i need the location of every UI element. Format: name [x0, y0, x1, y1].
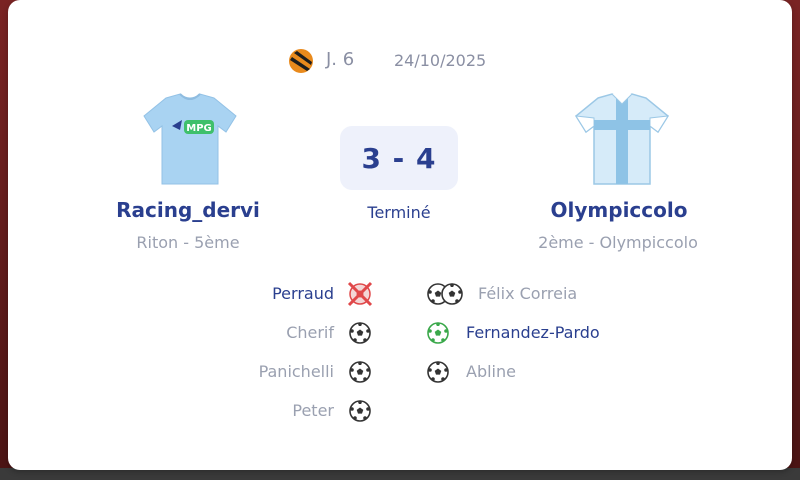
match-date: 24/10/2025: [394, 51, 487, 70]
score: 3 - 4: [361, 141, 437, 175]
away-team-subtitle: 2ème - Olympiccolo: [538, 233, 698, 252]
away-scorer-name: Abline: [466, 362, 516, 381]
round-label: J. 6: [326, 49, 355, 70]
league-logo-icon: [289, 49, 313, 73]
home-scorer-name: Panichelli: [258, 362, 334, 381]
soccer-ball-icon: [349, 322, 371, 344]
home-scorer-name: Peter: [292, 401, 334, 420]
match-card[interactable]: J. 6 24/10/2025 MPG 3 - 4 Terminé Racing…: [8, 0, 792, 470]
own-goal-cancelled-icon: [347, 281, 373, 307]
soccer-ball-icon: [427, 361, 449, 383]
soccer-ball-icon: [349, 400, 371, 422]
home-jersey-icon: MPG: [143, 93, 237, 185]
score-box: 3 - 4: [340, 126, 458, 190]
match-meta: J. 6 24/10/2025: [8, 46, 792, 76]
home-team-name[interactable]: Racing_dervi: [88, 198, 288, 222]
home-team-subtitle: Riton - 5ème: [136, 233, 240, 252]
away-scorer-name: Fernandez-Pardo: [466, 323, 600, 342]
away-jersey-icon: [575, 93, 669, 185]
match-status: Terminé: [367, 203, 431, 222]
jersey-badge-text: MPG: [186, 123, 212, 134]
home-scorer-name: Cherif: [286, 323, 334, 342]
away-team-name[interactable]: Olympiccolo: [519, 198, 719, 222]
soccer-ball-icon: [349, 361, 371, 383]
green-ball-icon: [427, 322, 449, 344]
home-scorer-name: Perraud: [272, 284, 334, 303]
double-ball-icon: [427, 283, 463, 305]
away-scorer-name: Félix Correia: [478, 284, 578, 303]
